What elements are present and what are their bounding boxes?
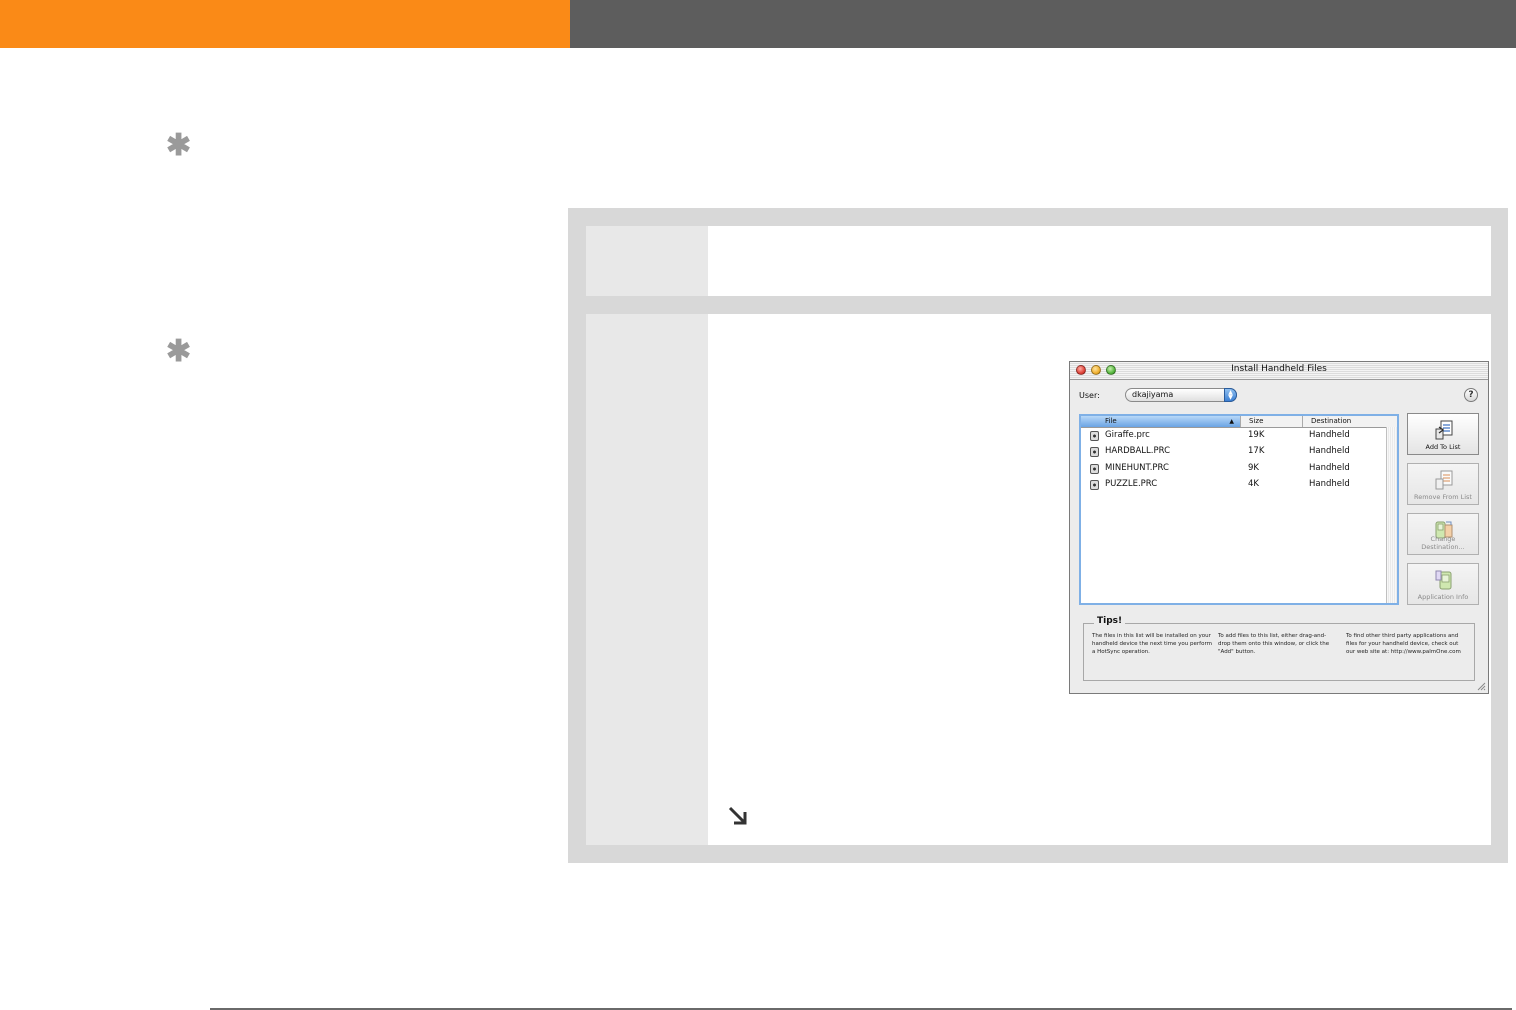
user-select-value: dkajiyama [1132, 390, 1174, 399]
file-name: HARDBALL.PRC [1105, 446, 1171, 456]
table-row[interactable]: MINEHUNT.PRC 9K Handheld [1081, 461, 1387, 477]
column-header-file[interactable]: File ▲ [1081, 416, 1240, 427]
step-number-cell [586, 314, 708, 845]
asterisk-icon: ✱ [166, 335, 192, 368]
tip-text: The files in this list will be installed… [1092, 633, 1212, 655]
change-destination-label: Change Destination... [1421, 535, 1465, 551]
file-destination: Handheld [1309, 430, 1350, 440]
tips-panel: Tips! The files in this list will be ins… [1083, 616, 1475, 681]
change-destination-button[interactable]: Change Destination... [1407, 513, 1479, 555]
table-row[interactable]: PUZZLE.PRC 4K Handheld [1081, 477, 1387, 493]
column-header-file-label: File [1105, 417, 1117, 425]
application-file-icon [1090, 447, 1099, 457]
column-header-size[interactable]: Size [1240, 416, 1302, 427]
chevron-updown-icon: ▲ ▼ [1224, 388, 1237, 402]
application-info-button[interactable]: Application Info [1407, 563, 1479, 605]
application-file-icon [1090, 431, 1099, 441]
tips-title: Tips! [1094, 616, 1126, 626]
file-name: MINEHUNT.PRC [1105, 463, 1169, 473]
window-title: Install Handheld Files [1231, 364, 1327, 374]
arrow-down-right-icon[interactable] [726, 804, 750, 828]
application-info-label: Application Info [1417, 593, 1469, 601]
application-info-icon [1435, 570, 1452, 590]
install-handheld-files-window: Install Handheld Files User: dkajiyama ▲… [1069, 361, 1489, 694]
table-row[interactable]: Giraffe.prc 19K Handheld [1081, 428, 1387, 444]
file-size: 17K [1248, 446, 1265, 456]
file-name: Giraffe.prc [1105, 430, 1150, 440]
remove-from-list-label: Remove From List [1414, 493, 1472, 501]
file-list[interactable]: File ▲ Size Destination Giraffe.prc 19K … [1079, 414, 1399, 605]
file-size: 19K [1248, 430, 1265, 440]
user-select[interactable]: dkajiyama ▲ ▼ [1125, 388, 1237, 402]
tip-text: To find other third party applications a… [1346, 633, 1461, 655]
resize-grip-icon[interactable] [1476, 681, 1486, 691]
add-to-list-button[interactable]: Add To List [1407, 413, 1479, 455]
application-file-icon [1090, 464, 1099, 474]
asterisk-icon: ✱ [166, 129, 192, 162]
list-header: File ▲ Size Destination [1081, 416, 1397, 428]
file-size: 9K [1248, 463, 1259, 473]
step-row [586, 226, 1491, 296]
header-bar-accent [0, 0, 570, 48]
table-row[interactable]: HARDBALL.PRC 17K Handheld [1081, 444, 1387, 460]
file-destination: Handheld [1309, 446, 1350, 456]
add-to-list-icon [1435, 420, 1453, 440]
vertical-scrollbar[interactable] [1386, 427, 1397, 603]
remove-from-list-button[interactable]: Remove From List [1407, 463, 1479, 505]
window-titlebar[interactable]: Install Handheld Files [1070, 362, 1488, 380]
remove-from-list-icon [1435, 470, 1453, 490]
add-to-list-label: Add To List [1425, 443, 1461, 451]
help-button[interactable]: ? [1464, 388, 1478, 402]
step-number-cell [586, 226, 708, 296]
file-name: PUZZLE.PRC [1105, 479, 1158, 489]
header-bar [570, 0, 1516, 48]
user-label: User: [1079, 391, 1100, 400]
file-size: 4K [1248, 479, 1259, 489]
tip-text: To add files to this list, either drag-a… [1218, 633, 1330, 655]
file-destination: Handheld [1309, 479, 1350, 489]
application-file-icon [1090, 480, 1099, 490]
sort-ascending-icon: ▲ [1229, 418, 1234, 425]
file-destination: Handheld [1309, 463, 1350, 473]
column-header-destination[interactable]: Destination [1302, 416, 1387, 427]
